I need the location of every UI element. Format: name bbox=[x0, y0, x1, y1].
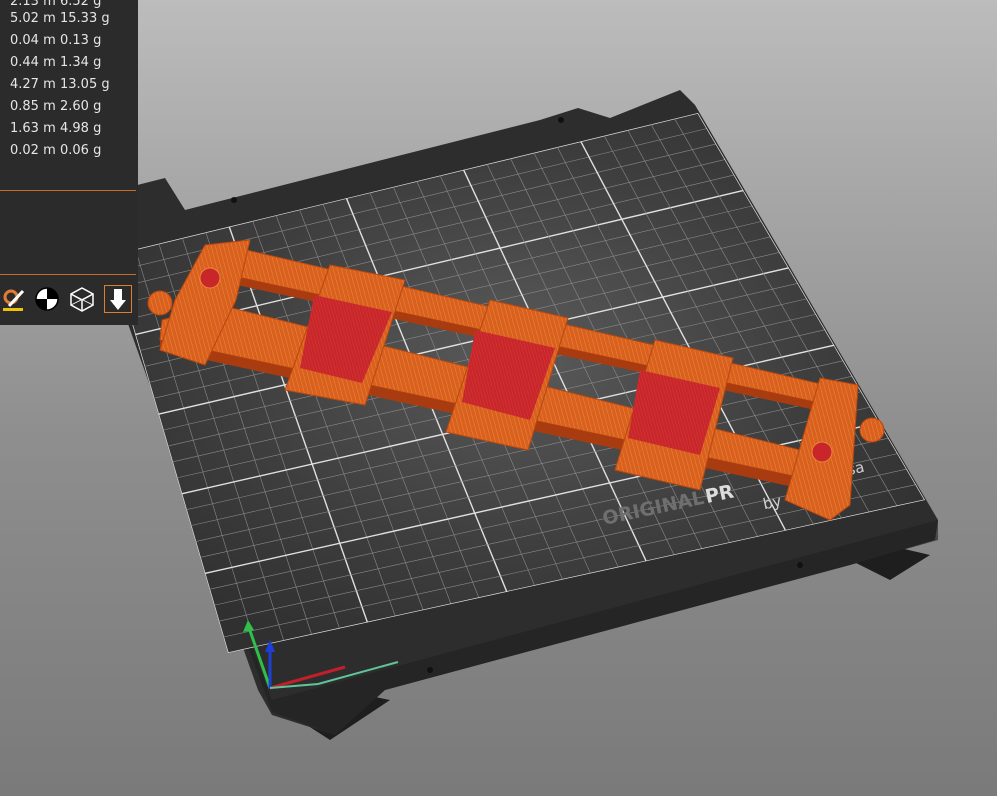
edit-tool-button[interactable] bbox=[0, 285, 28, 313]
center-tool-button[interactable] bbox=[33, 285, 61, 313]
stat-row: 5.02 m 15.33 g bbox=[10, 11, 110, 26]
panel-separator bbox=[0, 190, 136, 191]
stat-row: 0.44 m 1.34 g bbox=[10, 55, 102, 70]
svg-text:by: by bbox=[761, 492, 783, 513]
stat-row: 1.63 m 4.98 g bbox=[10, 121, 102, 136]
layers-tool-button[interactable] bbox=[104, 285, 132, 313]
sliced-info-panel: 2.13 m 6.52 g 5.02 m 15.33 g 0.04 m 0.13 g … bbox=[0, 0, 138, 325]
panel-separator bbox=[0, 274, 136, 275]
stat-row: 0.02 m 0.06 g bbox=[10, 143, 102, 158]
arrow-down-icon bbox=[110, 289, 126, 310]
stat-row: 0.85 m 2.60 g bbox=[10, 99, 102, 114]
stat-row: 0.04 m 0.13 g bbox=[10, 33, 102, 48]
target-icon bbox=[35, 287, 59, 311]
pencil-gear-icon bbox=[3, 289, 25, 311]
3d-viewport[interactable]: ORIGINAL PR by usa bbox=[0, 0, 997, 796]
view-tool-button[interactable] bbox=[68, 285, 96, 313]
cube-icon bbox=[70, 287, 94, 312]
stat-row: 4.27 m 13.05 g bbox=[10, 77, 110, 92]
